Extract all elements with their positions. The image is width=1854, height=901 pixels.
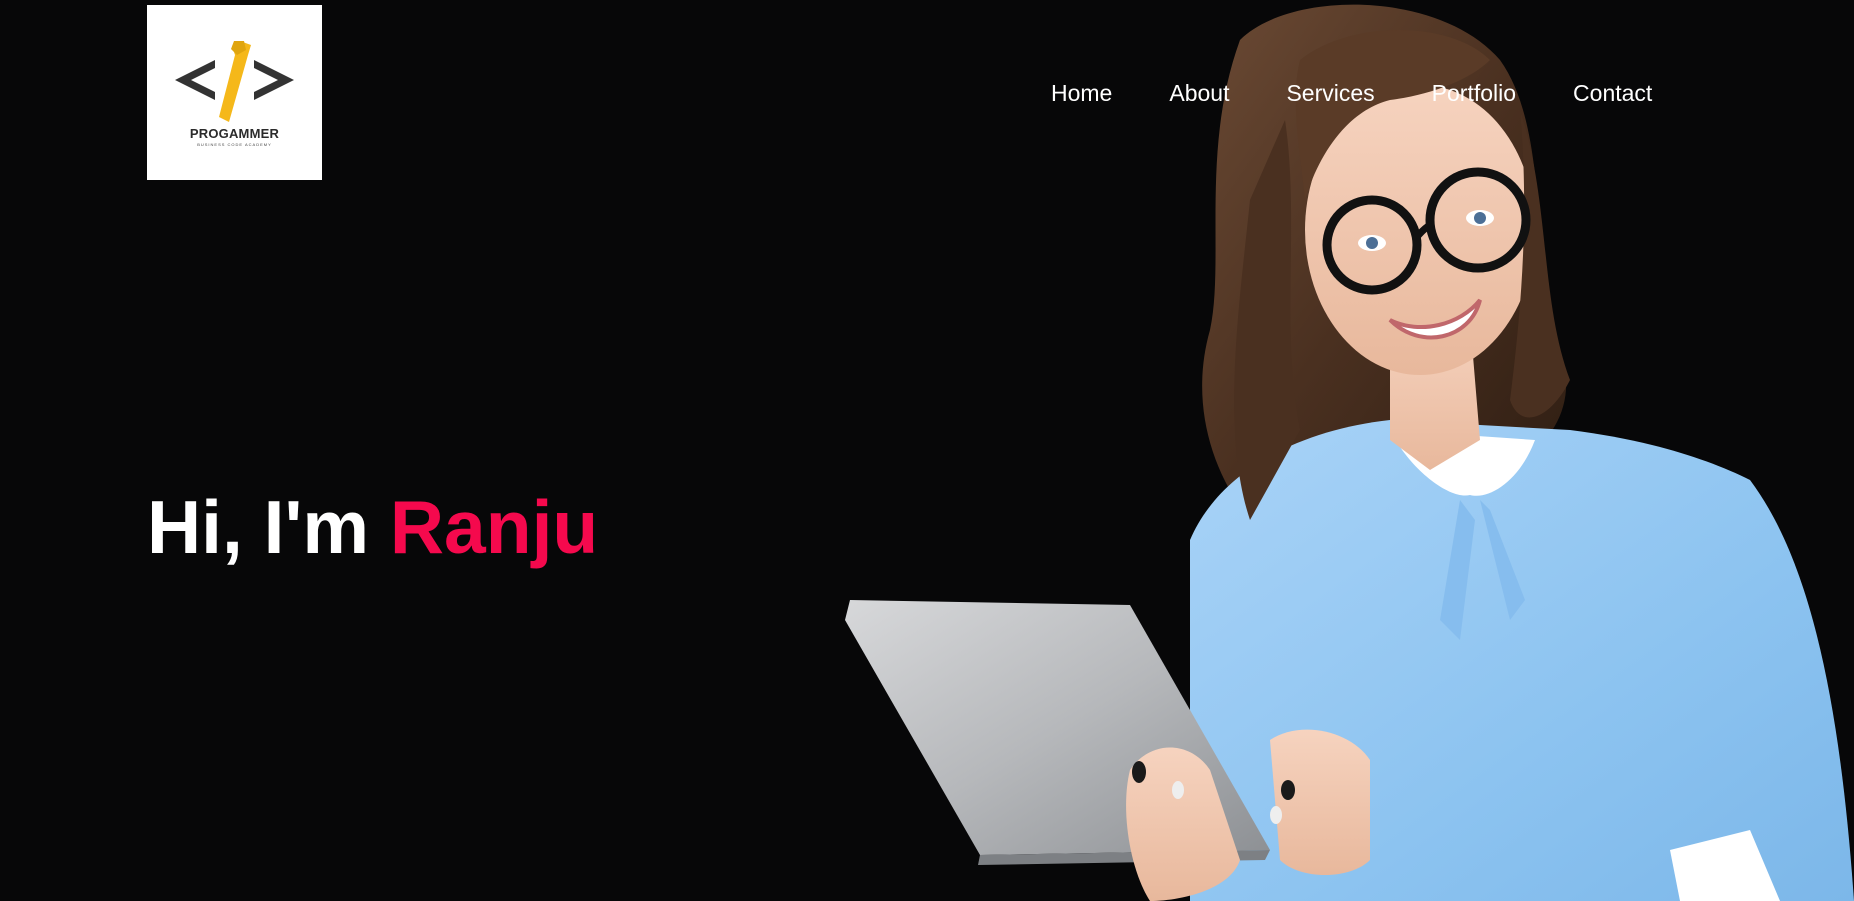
- nav-item-home[interactable]: Home: [1051, 80, 1112, 107]
- woman-with-tablet-photo: [845, 4, 1854, 901]
- nav-item-portfolio[interactable]: Portfolio: [1432, 80, 1516, 107]
- brand-tagline: BUSINESS CODE ACADEMY: [197, 142, 272, 147]
- hero-name: Ranju: [389, 485, 599, 569]
- brand-logo[interactable]: PROGAMMER BUSINESS CODE ACADEMY: [147, 5, 322, 180]
- nav-item-services[interactable]: Services: [1286, 80, 1374, 107]
- nav-item-about[interactable]: About: [1169, 80, 1229, 107]
- nav-item-contact[interactable]: Contact: [1573, 80, 1652, 107]
- hero-greeting: Hi, I'm: [147, 485, 370, 569]
- code-tie-icon: [175, 41, 294, 122]
- hero-heading: Hi, I'm Ranju: [147, 487, 598, 567]
- landing-page: PROGAMMER BUSINESS CODE ACADEMY Home Abo…: [0, 0, 1854, 901]
- brand-name: PROGAMMER: [189, 126, 280, 141]
